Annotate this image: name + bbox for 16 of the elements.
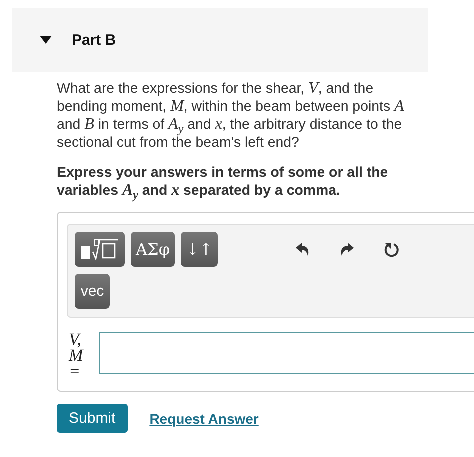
redo-icon	[339, 242, 355, 258]
request-answer-link[interactable]: Request Answer	[150, 410, 259, 426]
undo-icon	[295, 242, 311, 258]
part-header[interactable]: Part B	[12, 8, 428, 72]
answer-label: V, M =	[69, 332, 85, 380]
templates-button[interactable]	[75, 232, 125, 267]
answer-input[interactable]	[98, 332, 474, 374]
question-text: What are the expressions for the shear, V, and the bending moment, M, within the beam between points A and B in terms of A$_{y}$ and x, the arbitrary distance to the sectional cut from the beam's left end?	[57, 80, 406, 152]
symbol-button[interactable]: ↓↑	[181, 232, 218, 267]
submit-button[interactable]: Submit	[57, 404, 128, 433]
vector-button[interactable]: vec	[75, 274, 110, 309]
reset-icon	[383, 240, 401, 258]
symbol-button[interactable]: ΑΣφ	[131, 232, 176, 267]
part-title: Part B	[72, 32, 116, 48]
root-template-icon	[80, 238, 120, 260]
instruction-text: Express your answers in terms of some or all the variables A$_{y}$ and x separated by a comma.	[57, 164, 390, 200]
